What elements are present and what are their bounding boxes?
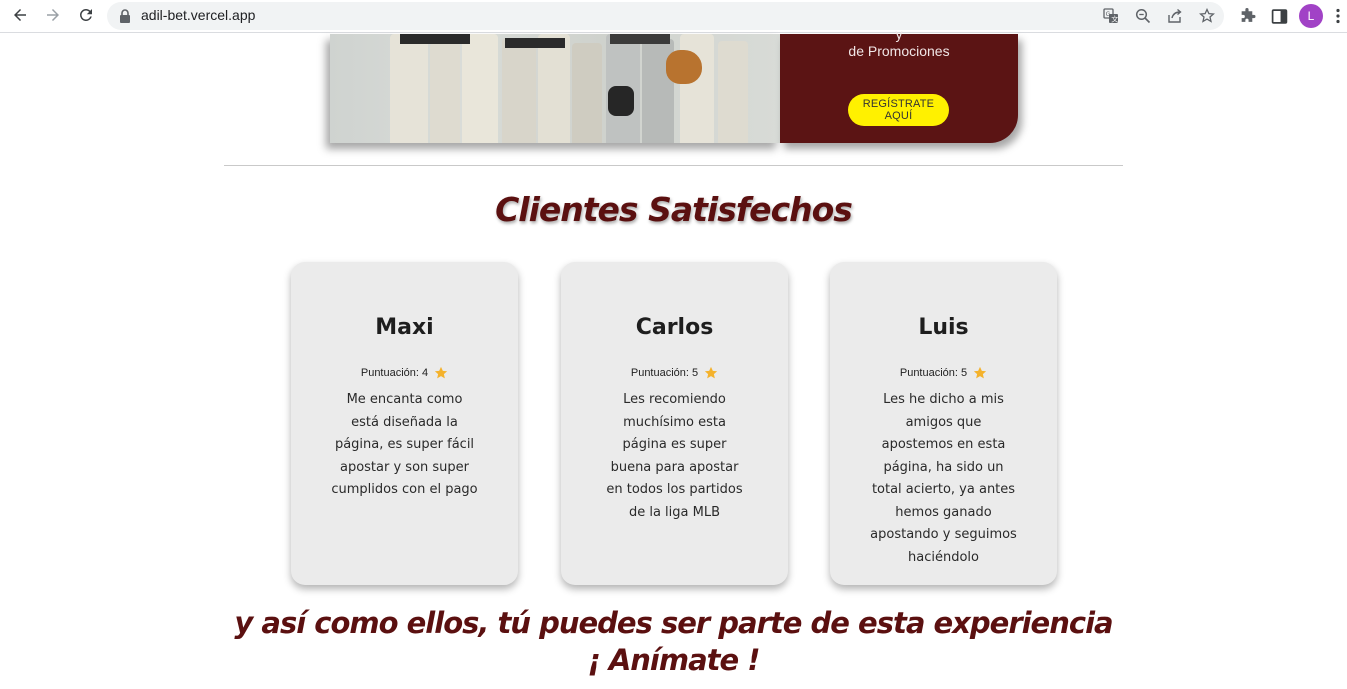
rating-row: Puntuación: 4 [291,366,518,380]
section-divider [224,165,1123,166]
svg-text:文: 文 [1111,15,1118,24]
testimonial-card: Carlos Puntuación: 5 Les recomiendo much… [561,262,788,585]
client-comment: Me encanta como está diseñada la página,… [331,392,478,497]
client-comment: Les recomiendo muchísimo esta página es … [606,392,743,520]
reload-icon[interactable] [74,3,98,27]
lock-icon [120,9,130,23]
star-icon [705,366,718,379]
promo-text: de Promociones [848,43,950,59]
promo-text-partial: y [895,26,903,42]
rating-row: Puntuación: 5 [561,366,788,380]
hero-baseball-photo [330,34,780,143]
bookmark-star-icon[interactable] [1197,6,1217,26]
address-bar[interactable]: adil-bet.vercel.app 文G [107,2,1224,30]
menu-kebab-icon[interactable] [1331,5,1345,27]
star-icon [974,366,987,379]
closing-cta: ¡ Anímate ! [587,643,761,677]
register-button[interactable]: REGÍSTRATE AQUÍ [848,94,949,126]
client-name: Maxi [375,315,434,340]
client-name: Luis [918,315,969,340]
svg-text:G: G [1106,11,1111,18]
rating-label: Puntuación: 4 [360,367,429,379]
client-name: Carlos [635,315,714,340]
star-icon [435,366,448,379]
url-text: adil-bet.vercel.app [141,7,256,23]
rating-label: Puntuación: 5 [899,367,968,379]
client-comment: Les he dicho a mis amigos que apostemos … [870,392,1017,565]
closing-line: y así como ellos, tú puedes ser parte de… [234,606,1113,640]
forward-arrow-icon[interactable] [41,3,65,27]
testimonial-card: Maxi Puntuación: 4 Me encanta como está … [291,262,518,585]
rating-label: Puntuación: 5 [630,367,699,379]
share-icon[interactable] [1165,6,1185,26]
profile-avatar[interactable]: L [1299,4,1323,28]
zoom-icon[interactable] [1133,6,1153,26]
promo-panel: y de Promociones REGÍSTRATE AQUÍ [780,26,1018,143]
section-title: Clientes Satisfechos [495,190,853,229]
extensions-icon[interactable] [1236,5,1258,27]
testimonial-card: Luis Puntuación: 5 Les he dicho a mis am… [830,262,1057,585]
side-panel-icon[interactable] [1268,5,1290,27]
browser-toolbar: adil-bet.vercel.app 文G L [0,0,1347,33]
translate-icon[interactable]: 文G [1101,6,1121,26]
back-arrow-icon[interactable] [8,3,32,27]
rating-row: Puntuación: 5 [830,366,1057,380]
